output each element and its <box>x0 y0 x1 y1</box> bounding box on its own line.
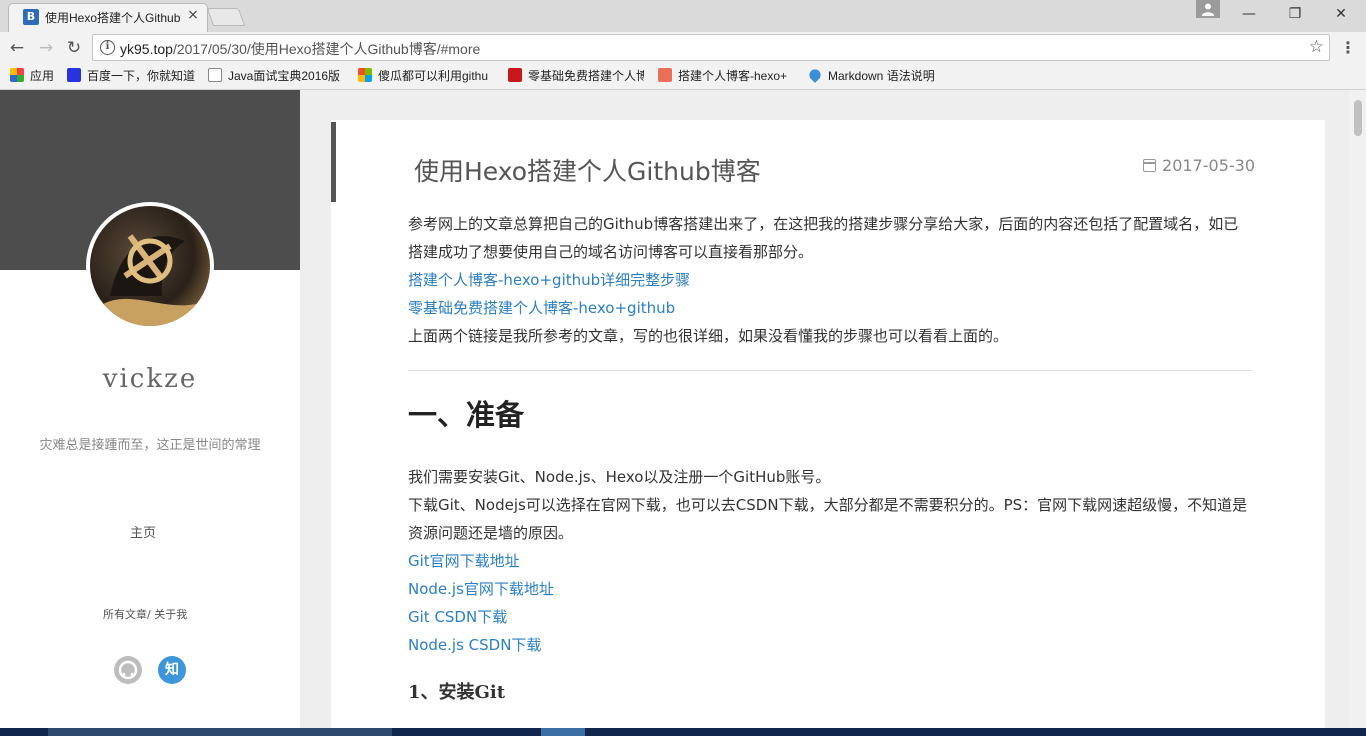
web-page: vickze 灾难总是接踵而至，这正是世间的常理 主页 所有文章/ 关于我 知 … <box>0 90 1366 728</box>
baidu-icon <box>67 68 81 82</box>
profile-icon[interactable] <box>1196 0 1220 18</box>
author-motto: 灾难总是接踵而至，这正是世间的常理 <box>39 438 261 453</box>
nav-archive-about-links[interactable]: 所有文章/ 关于我 <box>103 606 187 622</box>
bookmarks-bar: 应用 百度一下，你就知道 Java面试宝典2016版 傻瓜都可以利用githu … <box>0 62 1366 90</box>
github-icon[interactable] <box>114 656 142 684</box>
tab-favicon-icon: B <box>23 9 39 25</box>
new-tab-button[interactable] <box>206 8 246 26</box>
sidebar: vickze 灾难总是接踵而至，这正是世间的常理 主页 所有文章/ 关于我 知 <box>0 90 300 728</box>
zhihu-icon[interactable]: 知 <box>158 656 186 684</box>
bookmark-apps[interactable]: 应用 <box>10 67 62 85</box>
back-arrow-icon[interactable]: ← <box>6 37 28 59</box>
scrollbar-thumb[interactable] <box>1354 100 1362 136</box>
csdn-icon <box>508 68 522 82</box>
bookmark-github-guide[interactable]: 傻瓜都可以利用githu <box>358 67 494 85</box>
section-heading: 一、准备 <box>408 398 525 432</box>
jianshu-icon <box>658 68 672 82</box>
bookmark-markdown[interactable]: Markdown 语法说明 <box>808 67 948 85</box>
git-official-download-link[interactable]: Git官网下载地址 <box>408 547 1252 575</box>
reference-link-1[interactable]: 搭建个人博客-hexo+github详细完整步骤 <box>408 266 1252 294</box>
reload-icon[interactable]: ↻ <box>63 37 85 59</box>
apps-icon <box>10 68 24 82</box>
windows-icon <box>358 68 372 82</box>
nav-home-link[interactable]: 主页 <box>130 522 156 541</box>
post-title: 使用Hexo搭建个人Github博客 <box>414 157 761 186</box>
nodejs-official-download-link[interactable]: Node.js官网下载地址 <box>408 575 1252 603</box>
nodejs-csdn-download-link[interactable]: Node.js CSDN下载 <box>408 631 1252 659</box>
url-text[interactable]: yk95.top/2017/05/30/使用Hexo搭建个人Github博客/#… <box>120 39 480 59</box>
post-date: 2017-05-30 <box>1143 156 1255 175</box>
taskbar-item[interactable] <box>48 728 392 736</box>
intro-paragraph: 参考网上的文章总算把自己的Github博客搭建出来了，在这把我的搭建步骤分享给大… <box>408 215 1239 261</box>
post-card: 使用Hexo搭建个人Github博客 2017-05-30 参考网上的文章总算把… <box>331 120 1325 728</box>
reference-note: 上面两个链接是我所参考的文章，写的也很详细，如果没看懂我的步骤也可以看看上面的。 <box>408 327 1009 345</box>
browser-tab[interactable]: B 使用Hexo搭建个人Github博客 × <box>8 3 208 32</box>
page-icon <box>208 68 222 82</box>
bookmark-baidu[interactable]: 百度一下，你就知道 <box>67 67 201 85</box>
markdown-icon <box>808 67 823 83</box>
git-csdn-download-link[interactable]: Git CSDN下载 <box>408 603 1252 631</box>
prep-paragraph: 我们需要安装Git、Node.js、Hexo以及注册一个GitHub账号。 <box>408 468 831 486</box>
taskbar-item[interactable] <box>541 728 585 736</box>
download-paragraph: 下载Git、Nodejs可以选择在官网下载，也可以去CSDN下载，大部分都是不需… <box>408 496 1248 542</box>
subsection-heading: 1、安装Git <box>408 682 506 703</box>
author-name: vickze <box>102 364 198 394</box>
bookmark-java[interactable]: Java面试宝典2016版 <box>208 67 348 85</box>
post-body: 参考网上的文章总算把自己的Github博客搭建出来了，在这把我的搭建步骤分享给大… <box>408 210 1252 707</box>
calendar-icon <box>1143 159 1157 172</box>
tab-close-icon[interactable]: × <box>185 7 201 23</box>
divider <box>408 370 1252 371</box>
restore-icon[interactable]: ❐ <box>1272 0 1318 28</box>
title-accent-bar <box>331 122 336 202</box>
bookmark-jianshu[interactable]: 搭建个人博客-hexo+ <box>658 67 794 85</box>
tab-title: 使用Hexo搭建个人Github博客 <box>45 11 181 25</box>
minimize-icon[interactable]: — <box>1226 0 1272 28</box>
bookmark-star-icon[interactable]: ☆ <box>1309 37 1324 57</box>
reference-link-2[interactable]: 零基础免费搭建个人博客-hexo+github <box>408 294 1252 322</box>
avatar[interactable] <box>86 202 214 330</box>
window-close-icon[interactable]: ✕ <box>1318 0 1364 28</box>
forward-arrow-icon[interactable]: → <box>35 37 57 59</box>
os-taskbar <box>0 728 1366 736</box>
site-info-icon[interactable]: i <box>100 40 115 55</box>
browser-menu-icon[interactable]: ⋮ <box>1338 38 1358 58</box>
scrollbar[interactable] <box>1349 90 1366 728</box>
browser-titlebar: B 使用Hexo搭建个人Github博客 × — ❐ ✕ <box>0 0 1366 32</box>
bookmark-csdn[interactable]: 零基础免费搭建个人博 <box>508 67 644 85</box>
address-bar[interactable]: i yk95.top/2017/05/30/使用Hexo搭建个人Github博客… <box>92 34 1330 61</box>
browser-toolbar: ← → ↻ i yk95.top/2017/05/30/使用Hexo搭建个人Gi… <box>0 32 1366 62</box>
